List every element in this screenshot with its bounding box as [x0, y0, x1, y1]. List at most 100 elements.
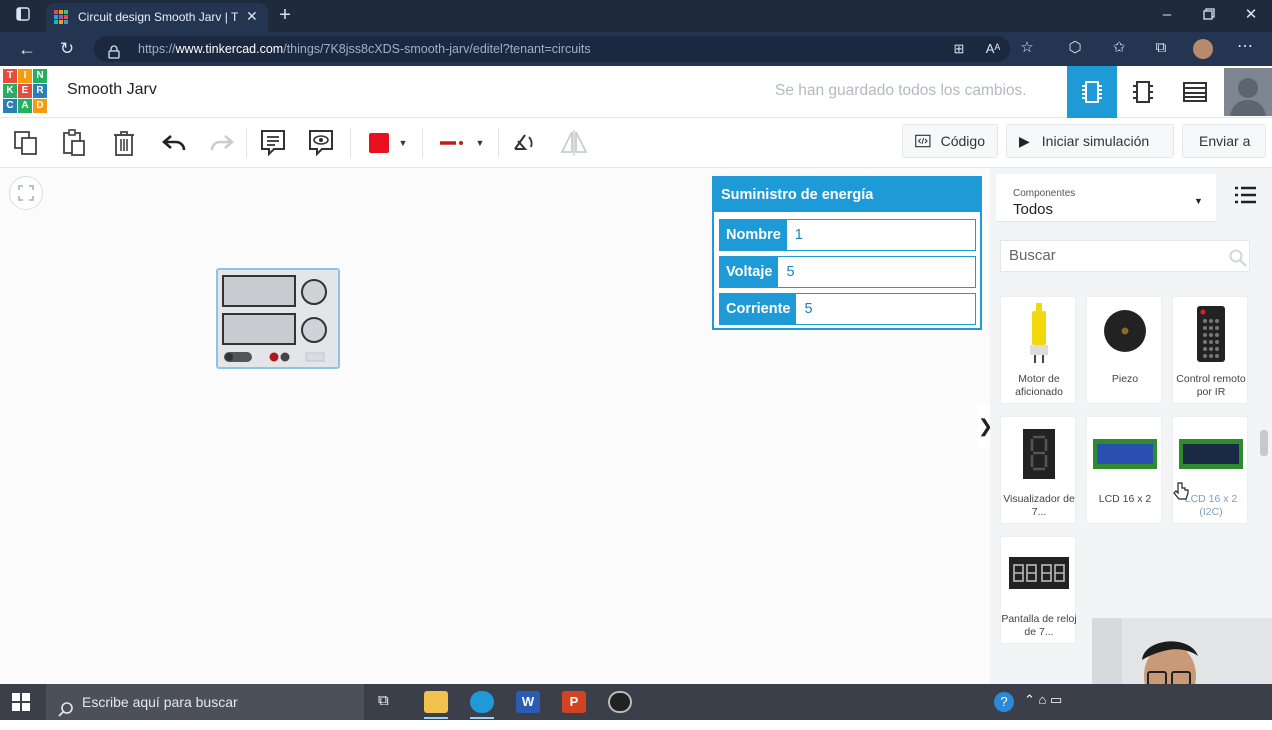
project-title[interactable]: Smooth Jarv	[67, 81, 157, 99]
minimize-icon[interactable]: –	[1156, 5, 1178, 25]
wire-icon	[439, 141, 463, 145]
close-tab-icon[interactable]: ✕	[246, 8, 258, 25]
card-label: Piezo	[1111, 373, 1139, 385]
help-icon[interactable]: ?	[994, 692, 1014, 712]
panel-scrollbar-thumb[interactable]	[1260, 430, 1268, 456]
breadboard-icon	[1082, 80, 1102, 109]
code-button[interactable]: Código	[902, 124, 998, 158]
logo-letter: N	[33, 69, 47, 83]
hand-cursor-icon	[1173, 482, 1189, 500]
taskbar-search-placeholder: Escribe aquí para buscar	[82, 694, 238, 710]
logo-letter: E	[18, 84, 32, 98]
component-card-lcd-16x2-i2c[interactable]: LCD 16 x 2 (I2C)	[1172, 416, 1248, 524]
search-icon	[58, 694, 74, 730]
start-simulation-button[interactable]: ▶ Iniciar simulación	[1006, 124, 1174, 158]
new-tab-icon[interactable]: +	[274, 5, 296, 25]
refresh-icon[interactable]: ↻	[56, 39, 78, 59]
favorite-star-icon[interactable]: ☆	[1016, 38, 1038, 58]
eye-note-icon	[309, 130, 333, 157]
undo-button[interactable]	[158, 126, 190, 160]
name-input[interactable]: 1	[787, 220, 975, 250]
component-card-clock-display[interactable]: Pantalla de reloj de 7...	[1000, 536, 1077, 644]
code-button-label: Código	[940, 133, 985, 149]
redo-button[interactable]	[206, 126, 238, 160]
play-icon: ▶	[1019, 132, 1030, 149]
current-input[interactable]: 5	[796, 294, 975, 324]
zoom-to-fit-button[interactable]	[9, 176, 43, 210]
seven-segment-icon	[1023, 429, 1055, 479]
power-supply-component[interactable]	[216, 268, 340, 369]
restore-icon[interactable]	[1198, 6, 1220, 26]
editor-toolbar: ▼ ▼ Código ▶ Iniciar simulación Enviar a	[0, 118, 1272, 168]
more-menu-icon[interactable]: ⋯	[1234, 37, 1256, 57]
task-view-icon[interactable]: ⧉	[378, 692, 389, 709]
read-aloud-icon[interactable]: Aᴬ	[982, 39, 1004, 59]
component-inspector: Suministro de energía Nombre 1 Voltaje 5…	[712, 176, 982, 330]
component-card-lcd-16x2[interactable]: LCD 16 x 2	[1086, 416, 1162, 524]
fill-color-picker[interactable]: ▼	[360, 126, 416, 160]
user-avatar[interactable]	[1224, 68, 1272, 116]
circuit-view-button[interactable]	[1067, 66, 1117, 118]
inspector-field-name: Nombre 1	[719, 219, 976, 251]
rotate-button[interactable]	[508, 126, 538, 160]
delete-button[interactable]	[108, 126, 140, 160]
copy-button[interactable]	[10, 126, 42, 160]
voltage-input[interactable]: 5	[778, 257, 975, 287]
component-card-7-segment[interactable]: Visualizador de 7...	[1000, 416, 1076, 524]
logo-letter: R	[33, 84, 47, 98]
app-available-icon[interactable]: ⊞	[948, 39, 970, 59]
browser-tab[interactable]: Circuit design Smooth Jarv | Tinkercad ✕	[46, 3, 268, 32]
address-bar-row: ← ↻ https://www.tinkercad.com/things/7K8…	[0, 32, 1272, 66]
components-dropdown[interactable]: Componentes Todos ▼	[996, 174, 1216, 222]
flip-icon	[560, 130, 588, 156]
extensions-icon[interactable]: ⬡	[1064, 38, 1086, 58]
windows-start-icon[interactable]	[12, 693, 30, 716]
lcd-icon	[1093, 439, 1157, 469]
system-tray-icons[interactable]: ⌃ ⌂ ▭	[1024, 692, 1062, 708]
search-placeholder: Buscar	[1009, 247, 1056, 264]
component-card-ir-remote[interactable]: Control remoto por IR	[1172, 296, 1248, 404]
component-search-input[interactable]: Buscar	[1000, 240, 1250, 272]
profile-avatar[interactable]	[1193, 39, 1213, 59]
tinkercad-logo[interactable]: T I N K E R C A D	[3, 69, 47, 115]
dropdown-caption: Componentes	[1013, 188, 1076, 199]
url-path: /things/7K8jss8cXDS-smooth-jarv/editel?t…	[283, 42, 591, 56]
wire-type-picker[interactable]: ▼	[430, 126, 492, 160]
file-explorer-icon[interactable]	[424, 691, 448, 713]
taskbar-search-input[interactable]: Escribe aquí para buscar	[46, 684, 364, 720]
send-to-label: Enviar a	[1199, 133, 1251, 149]
favorites-bar-icon[interactable]: ✩	[1108, 38, 1130, 58]
active-app-indicator	[424, 717, 448, 719]
logo-letter: C	[3, 99, 17, 113]
caret-down-icon: ▼	[475, 138, 485, 148]
tab-actions-icon[interactable]	[12, 6, 34, 26]
undo-icon	[162, 135, 186, 151]
send-to-button[interactable]: Enviar a	[1182, 124, 1266, 158]
fit-view-icon	[18, 185, 34, 201]
dropdown-value: Todos	[1013, 201, 1054, 218]
card-label: Pantalla de reloj de 7...	[1001, 613, 1077, 638]
list-view-toggle[interactable]	[1234, 186, 1262, 210]
word-icon[interactable]: W	[516, 691, 540, 713]
card-label: Motor de aficionado	[1015, 373, 1063, 398]
close-window-icon[interactable]: ✕	[1240, 5, 1262, 25]
back-icon[interactable]: ←	[16, 39, 38, 59]
inspector-field-current: Corriente 5	[719, 293, 976, 325]
url-field[interactable]: https://www.tinkercad.com/things/7K8jss8…	[94, 36, 1010, 62]
app-record-icon[interactable]	[608, 691, 632, 713]
notes-visibility-button[interactable]	[306, 126, 336, 160]
paste-button[interactable]	[58, 126, 90, 160]
toolbar-divider	[422, 128, 423, 158]
edge-browser-icon[interactable]	[470, 691, 494, 713]
component-card-piezo[interactable]: Piezo	[1086, 296, 1162, 404]
flip-button[interactable]	[558, 126, 590, 160]
component-list-button[interactable]	[1170, 66, 1218, 118]
schematic-view-button[interactable]	[1120, 66, 1166, 118]
component-card-hobby-motor[interactable]: Motor de aficionado	[1000, 296, 1076, 404]
powerpoint-icon[interactable]: P	[562, 691, 586, 713]
notes-button[interactable]	[258, 126, 288, 160]
field-label: Nombre	[720, 220, 787, 250]
lock-icon	[108, 42, 120, 68]
toolbar-divider	[498, 128, 499, 158]
collections-icon[interactable]: ⧉	[1150, 38, 1172, 58]
